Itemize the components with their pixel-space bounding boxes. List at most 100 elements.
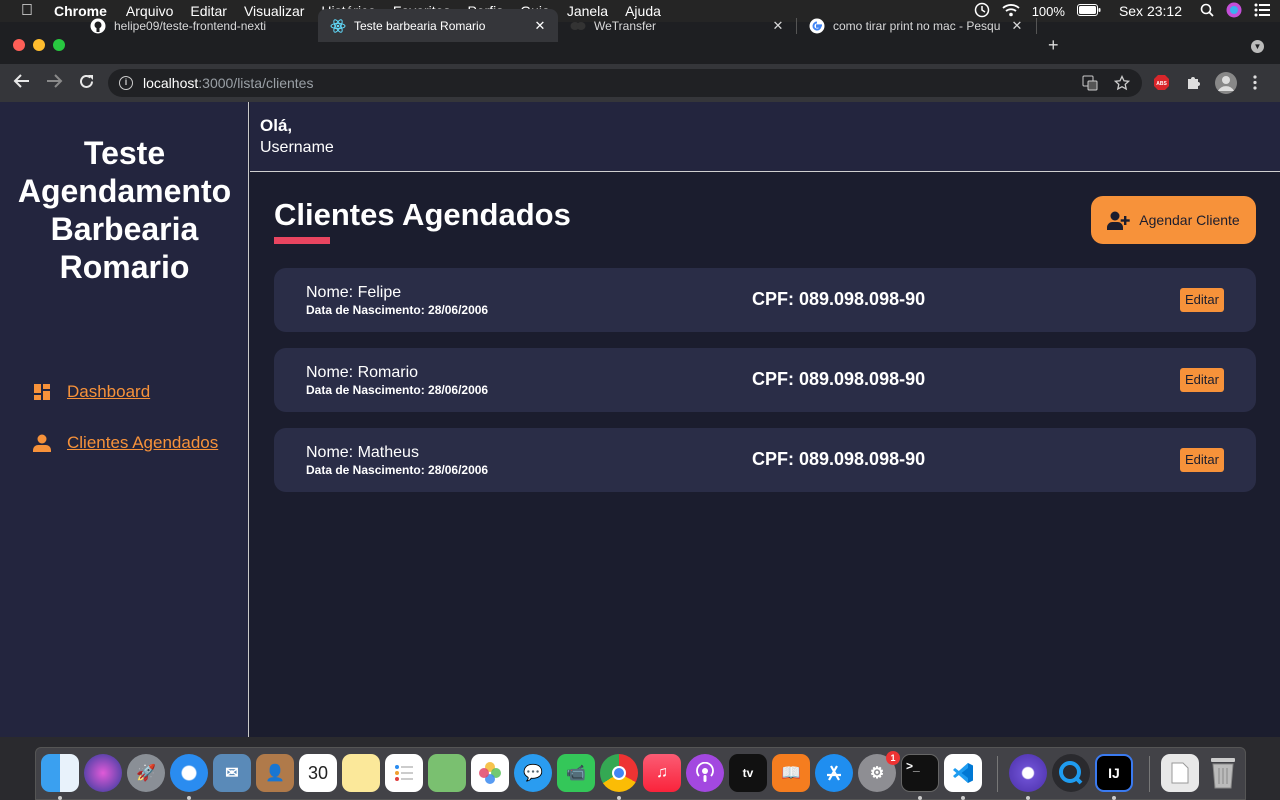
greeting-text: Olá, bbox=[260, 116, 293, 135]
system-preferences-icon[interactable]: ⚙ 1 bbox=[858, 751, 900, 792]
tab-separator bbox=[1036, 18, 1037, 34]
launchpad-icon[interactable]: 🚀 bbox=[127, 754, 165, 792]
terminal-icon[interactable]: >_ bbox=[901, 754, 939, 792]
apple-icon[interactable]:  bbox=[0, 2, 54, 20]
tab-title: helipe09/teste-frontend-nexti bbox=[114, 18, 267, 33]
app-store-icon[interactable] bbox=[815, 754, 853, 792]
clock[interactable]: Sex 23:12 bbox=[1119, 3, 1182, 19]
running-indicator bbox=[1026, 796, 1030, 800]
sidebar-item-clientes[interactable]: Clientes Agendados bbox=[33, 433, 218, 453]
close-tab-icon[interactable]: ✕ bbox=[1009, 18, 1025, 34]
screen-recorder-icon[interactable] bbox=[1009, 754, 1047, 792]
downloads-stack-icon[interactable] bbox=[1161, 754, 1199, 792]
tab-title: WeTransfer bbox=[594, 18, 657, 33]
title-underline bbox=[274, 237, 330, 244]
safari-icon[interactable] bbox=[170, 754, 208, 792]
reload-icon[interactable] bbox=[78, 73, 95, 95]
bookmark-star-icon[interactable] bbox=[1113, 74, 1131, 94]
back-icon[interactable] bbox=[13, 73, 31, 94]
chrome-icon[interactable] bbox=[600, 754, 638, 792]
reminders-icon[interactable] bbox=[385, 754, 423, 792]
address-bar[interactable]: i localhost:3000/lista/clientes bbox=[108, 69, 1142, 97]
client-birthdate: Data de Nascimento: 28/06/2006 bbox=[306, 303, 489, 317]
calendar-icon[interactable]: 30 bbox=[299, 754, 337, 792]
siri-icon[interactable] bbox=[84, 754, 122, 792]
main-content: Olá, Username Clientes Agendados Agendar… bbox=[250, 102, 1280, 737]
client-card: Nome: Felipe Data de Nascimento: 28/06/2… bbox=[274, 268, 1256, 332]
edit-client-button[interactable]: Editar bbox=[1180, 288, 1224, 312]
tab-barbearia[interactable]: Teste barbearia Romario ✕ bbox=[318, 9, 558, 42]
translate-icon[interactable] bbox=[1082, 75, 1098, 94]
svg-text:ABS: ABS bbox=[1156, 81, 1167, 87]
tab-wetransfer[interactable]: WeTransfer ✕ bbox=[558, 9, 796, 42]
notes-icon[interactable] bbox=[342, 754, 380, 792]
photos-icon[interactable] bbox=[471, 754, 509, 792]
battery-icon[interactable] bbox=[1076, 3, 1101, 19]
messages-icon[interactable]: 💬 bbox=[514, 754, 552, 792]
site-info-icon[interactable]: i bbox=[119, 76, 133, 90]
client-cpf: CPF: 089.098.098-90 bbox=[752, 369, 926, 389]
client-birthdate: Data de Nascimento: 28/06/2006 bbox=[306, 463, 489, 477]
intellij-label: IJ bbox=[1108, 765, 1120, 781]
maps-icon[interactable] bbox=[428, 754, 466, 792]
podcasts-icon[interactable] bbox=[686, 754, 724, 792]
agendar-cliente-button[interactable]: Agendar Cliente bbox=[1091, 196, 1256, 244]
contacts-icon[interactable]: 👤 bbox=[256, 754, 294, 792]
close-tab-icon[interactable]: ✕ bbox=[532, 18, 548, 34]
profile-avatar[interactable] bbox=[1215, 72, 1237, 99]
forward-icon[interactable] bbox=[45, 73, 63, 94]
client-card: Nome: Matheus Data de Nascimento: 28/06/… bbox=[274, 428, 1256, 492]
siri-icon[interactable] bbox=[1226, 2, 1242, 21]
intellij-icon[interactable]: IJ bbox=[1095, 754, 1133, 792]
trash-icon[interactable] bbox=[1204, 754, 1242, 792]
client-birthdate: Data de Nascimento: 28/06/2006 bbox=[306, 383, 489, 397]
apple-tv-icon[interactable]: tv bbox=[729, 754, 767, 792]
vscode-icon[interactable] bbox=[944, 754, 982, 792]
dashboard-icon bbox=[33, 383, 51, 401]
macos-dock: 🚀 ✉ 👤 30 💬 📹 ♫ tv 📖 ⚙ 1 >_ IJ bbox=[35, 747, 1246, 800]
spotlight-search-icon[interactable] bbox=[1200, 3, 1214, 20]
facetime-icon[interactable]: 📹 bbox=[557, 754, 595, 792]
quicktime-icon[interactable] bbox=[1052, 754, 1090, 792]
url-text[interactable]: localhost:3000/lista/clientes bbox=[143, 75, 313, 91]
client-cpf: CPF: 089.098.098-90 bbox=[752, 449, 926, 469]
music-icon[interactable]: ♫ bbox=[643, 754, 681, 792]
github-icon bbox=[90, 18, 106, 34]
client-cpf: CPF: 089.098.098-90 bbox=[752, 289, 926, 309]
mail-icon[interactable]: ✉ bbox=[213, 754, 251, 792]
close-tab-icon[interactable]: ✕ bbox=[770, 18, 786, 34]
running-indicator bbox=[918, 796, 922, 800]
tab-title: Teste barbearia Romario bbox=[354, 18, 486, 33]
page-title: Clientes Agendados bbox=[274, 197, 571, 232]
minimize-window-button[interactable] bbox=[33, 39, 45, 51]
tab-github[interactable]: helipe09/teste-frontend-nexti bbox=[78, 9, 318, 42]
books-icon[interactable]: 📖 bbox=[772, 754, 810, 792]
greeting-header: Olá, Username bbox=[250, 102, 1280, 172]
react-icon bbox=[330, 18, 346, 34]
running-indicator bbox=[617, 796, 621, 800]
running-indicator bbox=[961, 796, 965, 800]
sidebar-item-label: Clientes Agendados bbox=[67, 433, 219, 452]
dock-separator bbox=[997, 756, 998, 792]
tab-google[interactable]: como tirar print no mac - Pesqu ✕ bbox=[797, 9, 1035, 42]
adblock-extension-icon[interactable]: ABS bbox=[1153, 74, 1170, 96]
close-window-button[interactable] bbox=[13, 39, 25, 51]
control-center-icon[interactable] bbox=[1254, 3, 1270, 20]
client-name: Nome: Romario bbox=[306, 364, 419, 381]
terminal-prompt: >_ bbox=[906, 759, 920, 773]
zoom-window-button[interactable] bbox=[53, 39, 65, 51]
edit-client-button[interactable]: Editar bbox=[1180, 368, 1224, 392]
client-name: Nome: Felipe bbox=[306, 284, 402, 301]
dock-separator bbox=[1149, 756, 1150, 792]
google-icon bbox=[809, 18, 825, 34]
finder-icon[interactable] bbox=[41, 754, 79, 792]
extensions-puzzle-icon[interactable] bbox=[1185, 74, 1202, 96]
new-tab-icon[interactable]: + bbox=[1048, 35, 1059, 56]
edit-client-button[interactable]: Editar bbox=[1180, 448, 1224, 472]
apple-tv-label: tv bbox=[742, 766, 754, 780]
sidebar: Teste Agendamento Barbearia Romario Dash… bbox=[0, 102, 249, 737]
chrome-menu-icon[interactable] bbox=[1252, 74, 1258, 96]
tab-search-icon[interactable]: ▼ bbox=[1251, 40, 1264, 53]
sidebar-item-dashboard[interactable]: Dashboard bbox=[33, 382, 150, 402]
running-indicator bbox=[58, 796, 62, 800]
